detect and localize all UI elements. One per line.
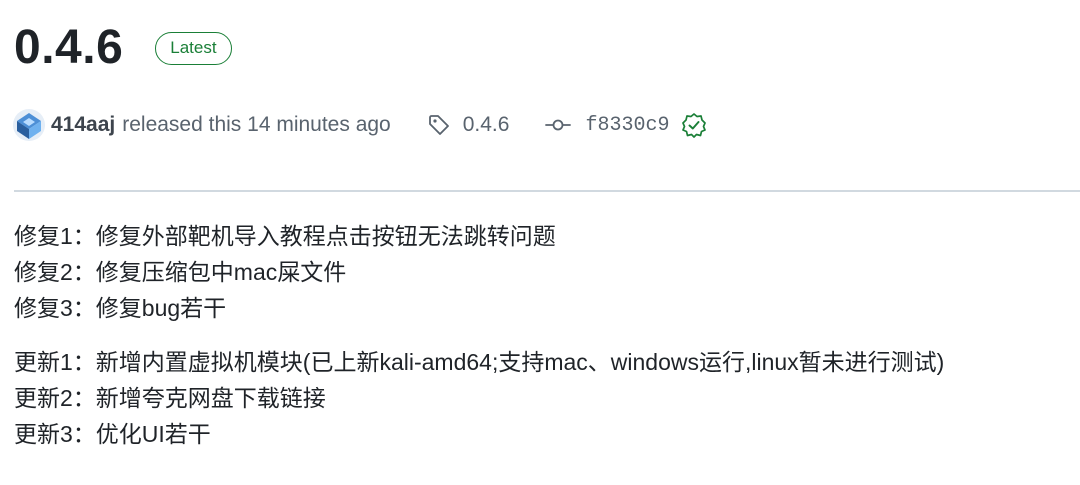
update-line-2: 更新2：新增夸克网盘下载链接 [14,385,326,411]
released-time-text: released this 14 minutes ago [122,113,391,136]
release-header: 0.4.6 Latest [14,18,232,78]
tag-label: 0.4.6 [462,113,510,136]
tag-link[interactable]: 0.4.6 [427,113,510,137]
tag-icon [428,115,449,135]
release-title[interactable]: 0.4.6 [14,18,123,78]
git-commit-icon [545,119,572,131]
verified-check-icon[interactable] [681,112,707,138]
release-notes: 修复1：修复外部靶机导入教程点击按钮无法跳转问题 修复2：修复压缩包中mac屎文… [14,218,944,470]
update-line-3: 更新3：优化UI若干 [14,421,211,447]
section-divider [14,190,1080,192]
latest-badge: Latest [155,31,232,65]
avatar-image [13,109,45,141]
fix-line-1: 修复1：修复外部靶机导入教程点击按钮无法跳转问题 [14,223,556,249]
author-avatar[interactable] [13,109,45,141]
release-meta: 414aaj released this 14 minutes ago 0.4.… [13,108,707,142]
author-link[interactable]: 414aaj [51,113,115,137]
fixes-paragraph: 修复1：修复外部靶机导入教程点击按钮无法跳转问题 修复2：修复压缩包中mac屎文… [14,218,944,326]
update-line-1: 更新1：新增内置虚拟机模块(已上新kali-amd64;支持mac、window… [14,349,945,375]
commit-sha: f8330c9 [585,113,670,137]
commit-link[interactable]: f8330c9 [545,112,707,138]
fix-line-2: 修复2：修复压缩包中mac屎文件 [14,259,347,285]
updates-paragraph: 更新1：新增内置虚拟机模块(已上新kali-amd64;支持mac、window… [14,344,944,452]
fix-line-3: 修复3：修复bug若干 [14,295,227,321]
